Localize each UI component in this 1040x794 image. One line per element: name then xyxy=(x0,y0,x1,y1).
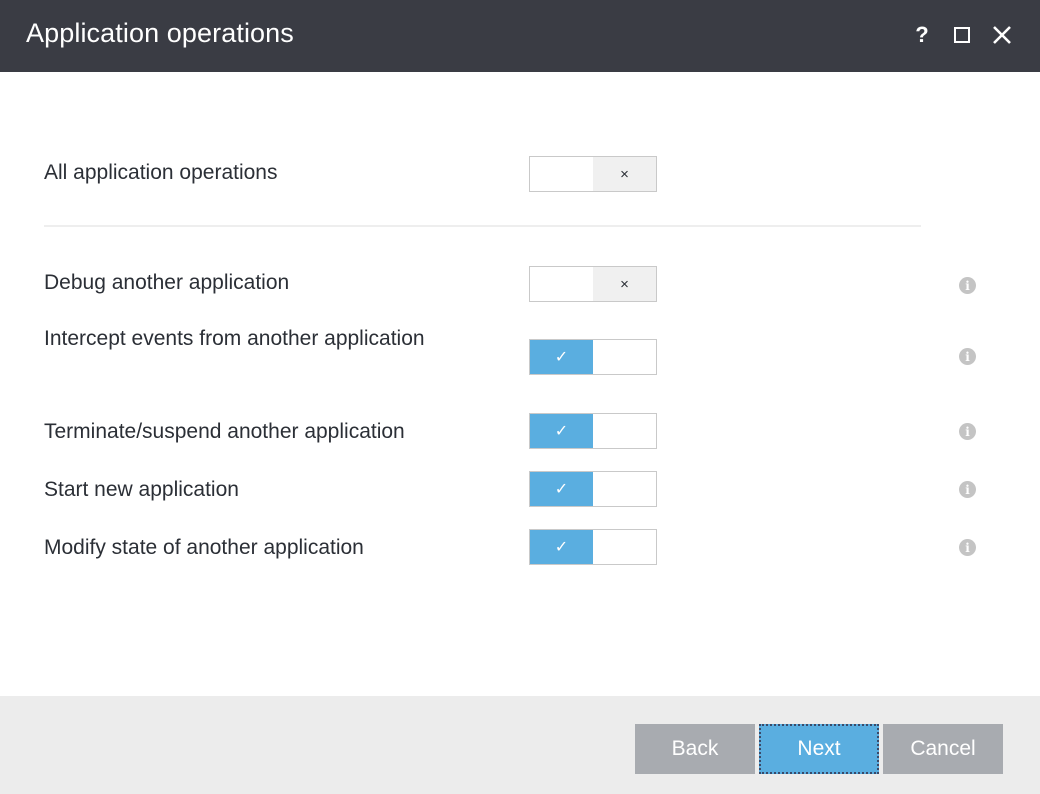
info-icon[interactable]: i xyxy=(959,423,976,440)
close-button[interactable] xyxy=(990,20,1014,50)
toggle-on-check: ✓ xyxy=(530,530,593,564)
modify-toggle[interactable]: ✓ xyxy=(529,529,657,565)
operation-row-modify: Modify state of another application ✓ i xyxy=(44,529,1004,569)
operation-label: Terminate/suspend another application xyxy=(44,420,405,443)
all-operations-label: All application operations xyxy=(44,161,278,184)
toggle-on-blank xyxy=(593,530,656,564)
operation-row-debug: Debug another application × i xyxy=(44,264,1004,304)
operation-row-terminate: Terminate/suspend another application ✓ … xyxy=(44,413,1004,453)
maximize-icon xyxy=(954,27,970,43)
help-icon[interactable]: ? xyxy=(910,20,934,50)
info-icon[interactable]: i xyxy=(959,481,976,498)
footer-bar: Back Next Cancel xyxy=(0,696,1040,794)
close-icon xyxy=(993,26,1011,44)
window-controls: ? xyxy=(910,20,1014,50)
operation-row-intercept: Intercept events from another applicatio… xyxy=(44,322,1004,392)
info-icon[interactable]: i xyxy=(959,277,976,294)
toggle-on-blank xyxy=(593,340,656,374)
operation-label: Modify state of another application xyxy=(44,536,364,559)
operation-row-start: Start new application ✓ i xyxy=(44,471,1004,511)
window-title: Application operations xyxy=(26,18,294,48)
toggle-off-blank xyxy=(530,267,593,301)
back-button[interactable]: Back xyxy=(635,724,755,774)
toggle-on-blank xyxy=(593,414,656,448)
operation-label: Debug another application xyxy=(44,271,290,294)
info-icon[interactable]: i xyxy=(959,539,976,556)
all-operations-row: All application operations × xyxy=(44,156,1004,196)
intercept-toggle[interactable]: ✓ xyxy=(529,339,657,375)
start-toggle[interactable]: ✓ xyxy=(529,471,657,507)
toggle-on-blank xyxy=(593,472,656,506)
toggle-off-x: × xyxy=(593,267,656,301)
cancel-button[interactable]: Cancel xyxy=(883,724,1003,774)
next-button[interactable]: Next xyxy=(759,724,879,774)
operation-label: Intercept events from another applicatio… xyxy=(44,327,425,350)
divider xyxy=(44,225,921,227)
title-bar: Application operations ? xyxy=(0,0,1040,72)
maximize-button[interactable] xyxy=(950,20,974,50)
debug-toggle[interactable]: × xyxy=(529,266,657,302)
info-icon[interactable]: i xyxy=(959,348,976,365)
toggle-off-x: × xyxy=(593,157,656,191)
toggle-on-check: ✓ xyxy=(530,414,593,448)
terminate-toggle[interactable]: ✓ xyxy=(529,413,657,449)
operation-label: Start new application xyxy=(44,478,239,501)
toggle-off-blank xyxy=(530,157,593,191)
toggle-on-check: ✓ xyxy=(530,472,593,506)
all-operations-toggle[interactable]: × xyxy=(529,156,657,192)
toggle-on-check: ✓ xyxy=(530,340,593,374)
